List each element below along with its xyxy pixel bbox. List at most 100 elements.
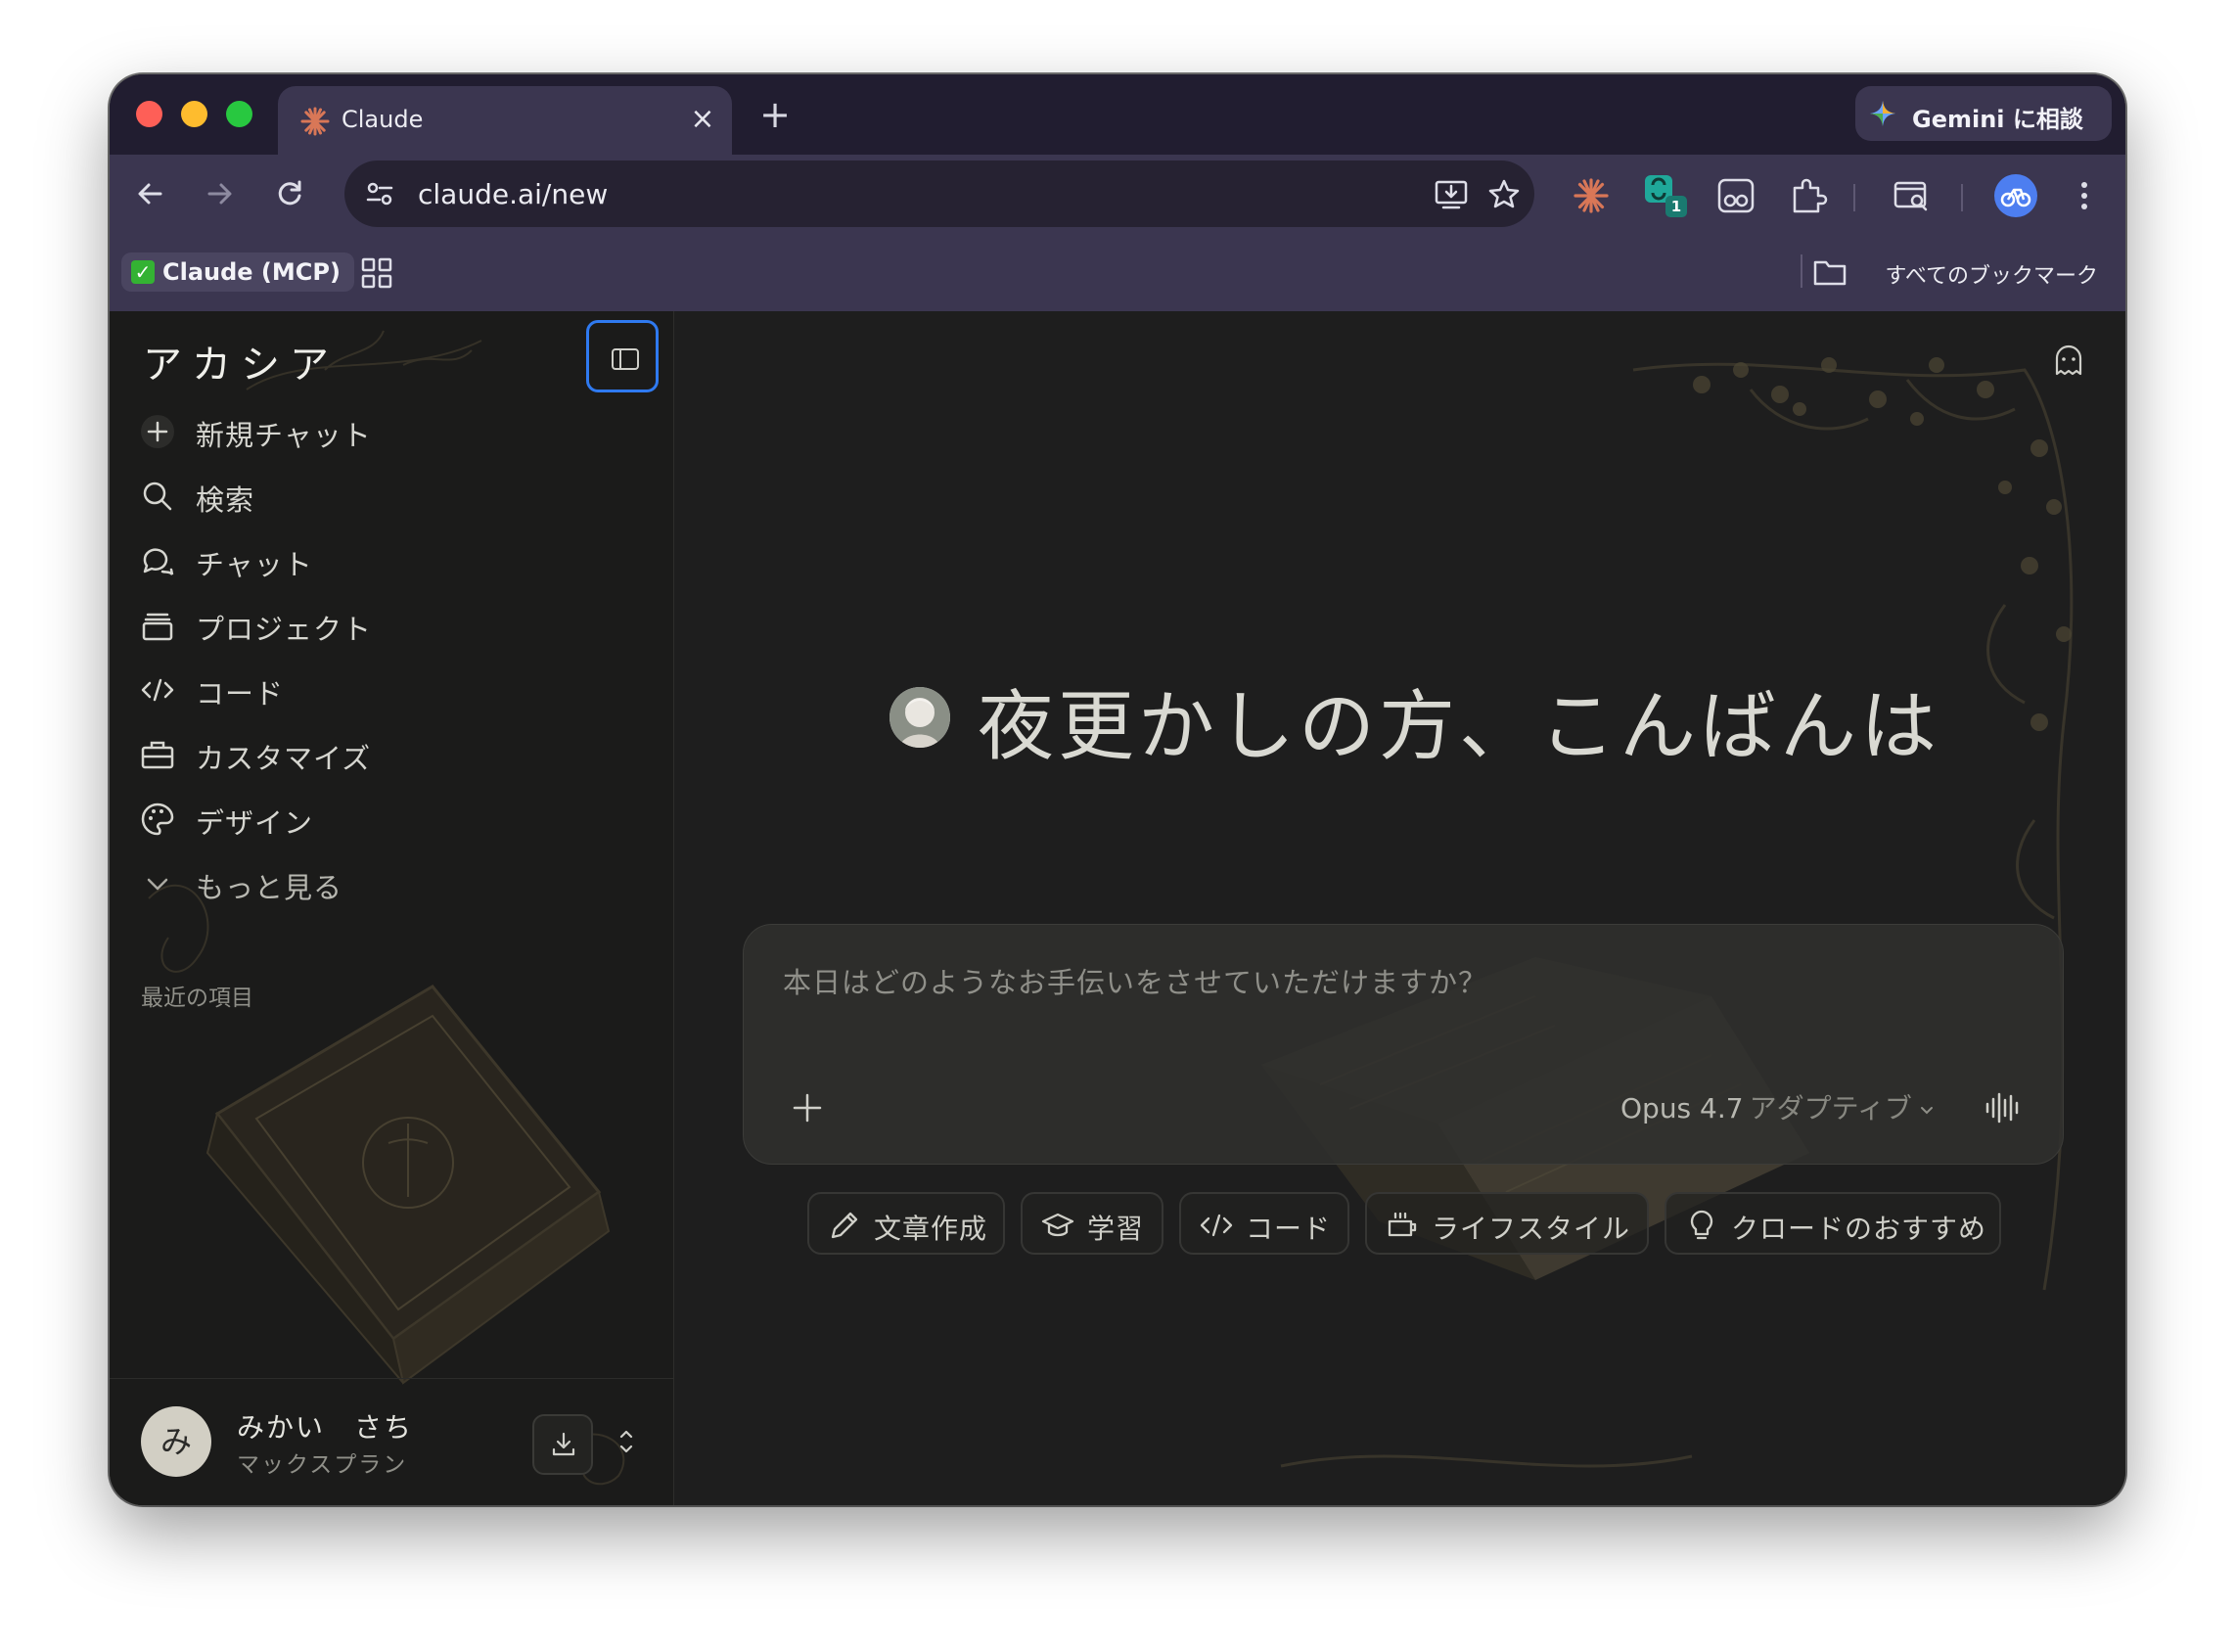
tab-search-icon[interactable] [1891, 174, 1934, 217]
chip-label: 文章作成 [874, 1213, 988, 1245]
code-icon [141, 678, 174, 702]
chip-writing[interactable]: 文章作成 [807, 1192, 1005, 1255]
address-bar[interactable]: claude.ai/new [344, 161, 1534, 227]
reload-icon[interactable] [268, 172, 311, 215]
download-app-button[interactable] [532, 1414, 593, 1475]
chevron-down-icon [1920, 1107, 1933, 1115]
chip-label: クロードのおすすめ [1731, 1213, 1987, 1245]
sidebar-item-label: カスタマイズ [196, 742, 372, 775]
attach-plus-icon[interactable] [789, 1089, 826, 1126]
bookmark-star-icon[interactable] [1485, 176, 1523, 213]
apps-grid-icon[interactable] [360, 256, 393, 290]
tab-title: Claude [342, 106, 424, 133]
folder-icon[interactable] [1812, 256, 1847, 288]
sidebar-item-label: 検索 [196, 483, 255, 517]
close-window-button[interactable] [136, 101, 162, 127]
user-avatar[interactable]: み [141, 1406, 211, 1477]
palette-icon [141, 803, 174, 836]
extension-badge: 1 [1665, 196, 1687, 217]
site-settings-icon[interactable] [360, 174, 399, 213]
new-tab-button[interactable]: + [755, 96, 795, 135]
chat-bubbles-icon [143, 548, 174, 575]
sidebar-item-more[interactable]: もっと見る [139, 859, 628, 908]
claude-logo-icon [300, 107, 330, 136]
browser-tab-claude[interactable]: Claude × [278, 86, 732, 157]
bookmark-claude-mcp[interactable]: ✓ Claude (MCP) [121, 252, 354, 292]
chip-label: 学習 [1087, 1213, 1145, 1245]
sidebar-item-projects[interactable]: プロジェクト [139, 601, 628, 650]
chip-label: コード [1246, 1213, 1332, 1245]
back-arrow-icon[interactable] [129, 172, 172, 215]
sidebar: アカシア 新規チャット 検索 チャット プロジェクト コード カスタマイズ デザ… [110, 311, 674, 1505]
all-bookmarks-link[interactable]: すべてのブックマーク [1885, 258, 2098, 290]
close-tab-icon[interactable]: × [685, 102, 720, 137]
install-app-icon[interactable] [1433, 176, 1470, 213]
toolbar-separator [1853, 184, 1855, 211]
model-selector[interactable]: Opus 4.7 アダプティブ [1620, 1087, 1936, 1126]
sidebar-item-design[interactable]: デザイン [139, 795, 628, 844]
chip-code[interactable]: コード [1179, 1192, 1349, 1255]
sidebar-item-label: デザイン [196, 806, 314, 840]
app-brand-title: アカシア [143, 343, 339, 388]
extensions-puzzle-icon[interactable] [1787, 174, 1830, 217]
sidebar-item-label: プロジェクト [196, 613, 373, 646]
bookmarks-bar: ✓ Claude (MCP) すべてのブックマーク [110, 235, 2125, 312]
claude-extension-icon[interactable] [1570, 174, 1613, 217]
lightbulb-icon [1690, 1210, 1713, 1240]
chevron-up-down-icon[interactable] [615, 1424, 638, 1459]
plus-icon [141, 415, 174, 448]
sidebar-item-code[interactable]: コード [139, 665, 628, 714]
checkmark-icon: ✓ [131, 260, 155, 284]
zoom-window-button[interactable] [226, 101, 252, 127]
forward-arrow-icon[interactable] [198, 172, 241, 215]
user-plan: マックスプラン [237, 1452, 408, 1478]
minimize-window-button[interactable] [181, 101, 207, 127]
gemini-label: Gemini に相談 [1912, 106, 2083, 133]
download-icon [552, 1432, 575, 1456]
coffee-cup-icon [1388, 1212, 1417, 1237]
user-name: みかい さち [237, 1411, 414, 1444]
model-name: Opus 4.7 [1620, 1092, 1744, 1124]
graduation-cap-icon [1041, 1213, 1074, 1237]
folder-stack-icon [142, 613, 173, 641]
sidebar-item-new-chat[interactable]: 新規チャット [139, 407, 628, 456]
sidebar-item-label: チャット [196, 548, 313, 581]
sidebar-item-search[interactable]: 検索 [139, 472, 628, 521]
more-menu-icon[interactable] [2063, 174, 2106, 217]
greeting-avatar-image [889, 687, 950, 748]
sidebar-panel-icon [612, 348, 639, 370]
sidebar-item-customize[interactable]: カスタマイズ [139, 730, 628, 779]
chip-lifestyle[interactable]: ライフスタイル [1365, 1192, 1649, 1255]
pencil-icon [831, 1212, 858, 1239]
model-mode: アダプティブ [1749, 1092, 1912, 1124]
browser-toolbar: claude.ai/new 1 [110, 155, 2125, 235]
reader-glasses-icon[interactable] [1714, 174, 1757, 217]
chat-composer[interactable]: 本日はどのようなお手伝いをさせていただけますか？ Opus 4.7 アダプティブ [743, 924, 2064, 1165]
incognito-ghost-icon[interactable] [2049, 341, 2088, 380]
teal-extension-icon[interactable]: 1 [1642, 172, 1687, 217]
search-icon [143, 482, 172, 511]
chip-claude-picks[interactable]: クロードのおすすめ [1665, 1192, 2001, 1255]
browser-window: Claude × + Gemini に相談 claude.ai/new 1 ✓ … [110, 74, 2125, 1505]
toolbar-separator [1961, 184, 1963, 211]
greeting-heading: 夜更かしの方、こんばんは [978, 683, 1941, 771]
recent-items-heading: 最近の項目 [141, 986, 253, 1011]
chip-learning[interactable]: 学習 [1021, 1192, 1163, 1255]
sidebar-toggle-button[interactable] [586, 320, 659, 392]
gemini-sparkle-icon [1870, 101, 1895, 126]
decorative-vine-illustration [1261, 357, 2074, 1468]
chevron-down-icon [147, 878, 168, 891]
sidebar-item-chats[interactable]: チャット [139, 536, 628, 585]
user-profile-row[interactable]: み みかい さち マックスプラン [110, 1378, 673, 1505]
claude-page: アカシア 新規チャット 検索 チャット プロジェクト コード カスタマイズ デザ… [110, 311, 2125, 1505]
bookmarks-divider [1801, 254, 1802, 288]
profile-avatar[interactable] [1994, 174, 2037, 217]
voice-waveform-icon[interactable] [1981, 1085, 2026, 1130]
message-input[interactable]: 本日はどのようなお手伝いをさせていただけますか？ [783, 960, 1487, 1001]
bookmark-label: Claude (MCP) [162, 258, 341, 286]
bicycle-avatar-icon [2000, 188, 2031, 207]
sidebar-item-label: もっと見る [196, 871, 343, 904]
gemini-button[interactable]: Gemini に相談 [1855, 86, 2112, 141]
chip-label: ライフスタイル [1432, 1213, 1631, 1245]
url-text[interactable]: claude.ai/new [418, 178, 608, 210]
